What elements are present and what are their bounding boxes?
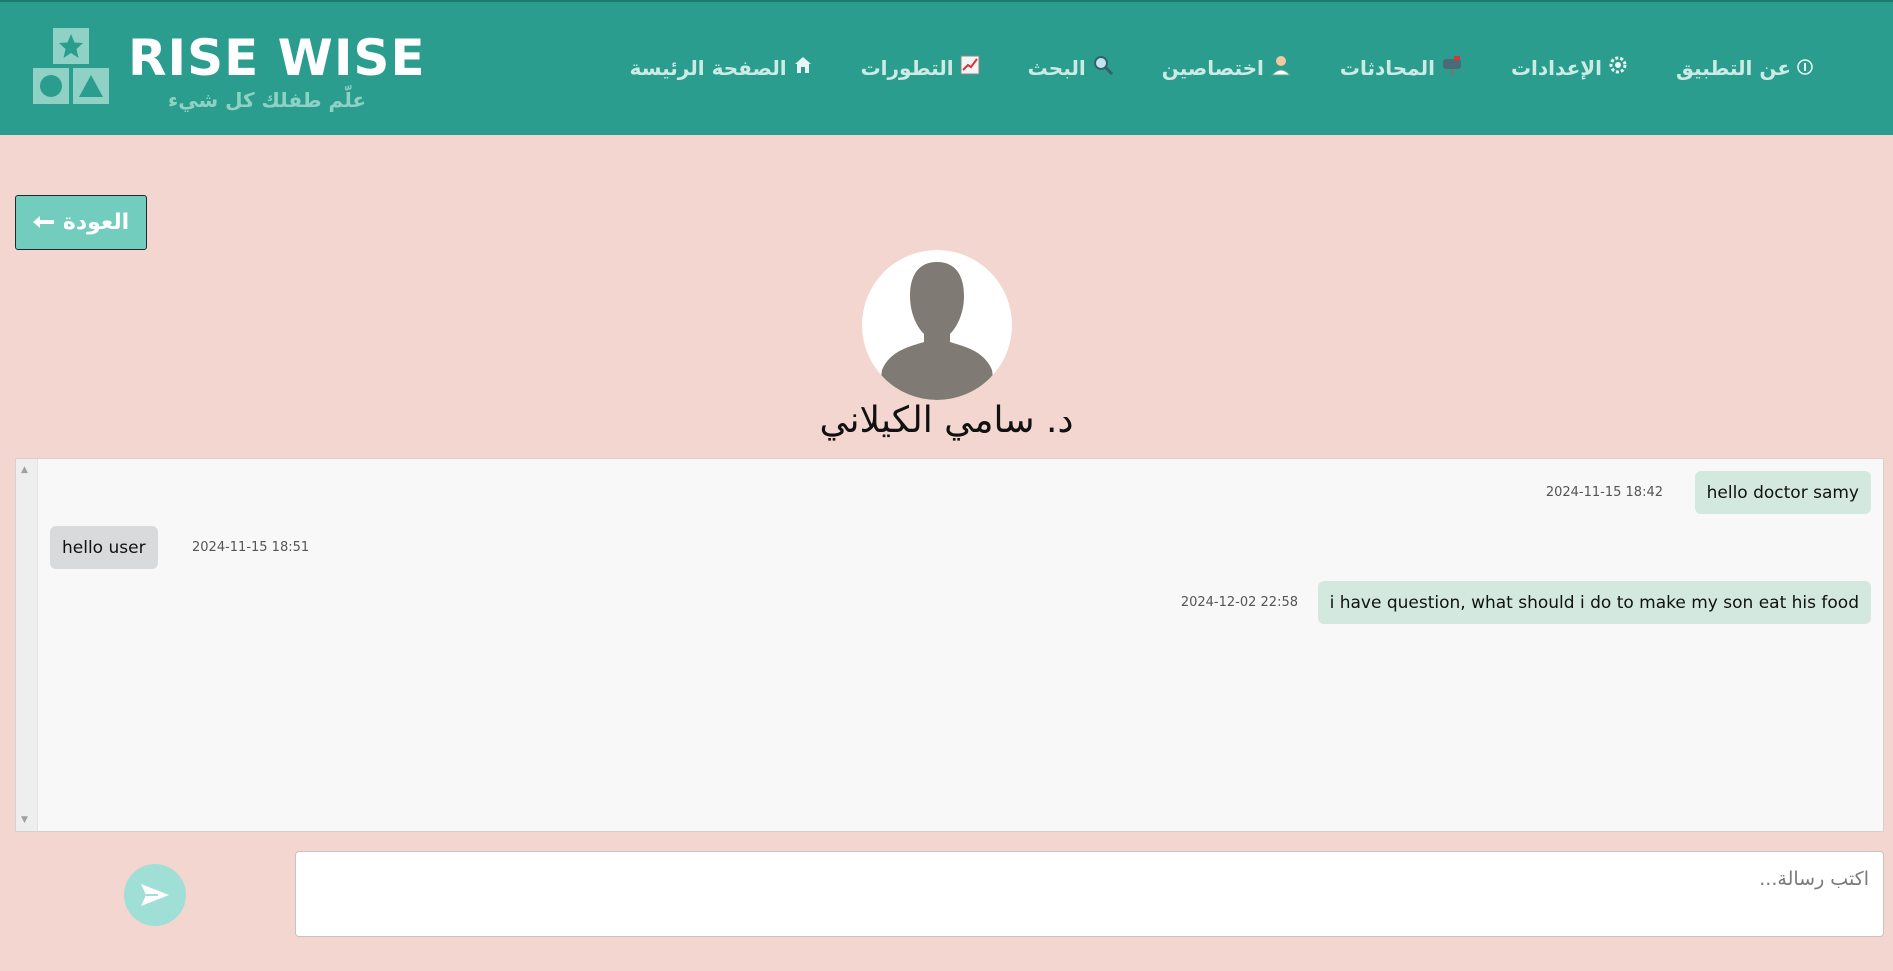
logo-blocks-icon [33,28,109,104]
chat-messages[interactable]: ▲ ▼ hello doctor samy 2024-11-15 18:42 h… [15,458,1884,832]
nav-item-label: اختصاصين [1161,55,1264,80]
doctor-name: د. سامي الكيلاني [819,400,1074,441]
scroll-down-icon[interactable]: ▼ [21,815,28,825]
message-bubble-sent: hello doctor samy [1694,471,1871,514]
send-icon [141,884,169,906]
gear-icon [1608,55,1628,80]
message-input[interactable] [295,851,1884,937]
nav-item-conversations[interactable]: المحادثات [1340,54,1463,81]
message-timestamp: 2024-12-02 22:58 [1180,595,1298,610]
doctor-avatar [862,250,1012,400]
nav-item-label: الصفحة الرئيسة [629,55,787,80]
arrow-left-icon [32,210,55,235]
nav-item-label: التطورات [860,55,954,80]
nav-item-search[interactable]: البحث [1028,54,1114,81]
chart-icon [960,55,980,80]
mailbox-icon [1441,54,1463,81]
brand-subtitle: علّم طفلك كل شيء [168,88,367,112]
info-icon [1797,56,1813,80]
nav-item-about[interactable]: عن التطبيق [1676,54,1813,81]
chat-scrollbar[interactable]: ▲ ▼ [16,459,38,831]
nav-item-specialists[interactable]: اختصاصين [1162,54,1292,81]
main-nav: الصفحة الرئيسة التطورات البحث اختصاصين ا… [630,54,1813,81]
back-button-label: العودة [62,210,130,235]
back-button[interactable]: العودة [15,195,147,250]
scroll-up-icon[interactable]: ▲ [21,465,28,475]
nav-item-label: البحث [1027,55,1086,80]
nav-item-label: عن التطبيق [1676,55,1791,80]
nav-item-progress[interactable]: التطورات [861,54,980,81]
app-header: RISE WISE علّم طفلك كل شيء الصفحة الرئيس… [0,0,1893,135]
message-timestamp: 2024-11-15 18:51 [192,540,310,555]
person-silhouette-icon [878,262,996,400]
nav-item-home[interactable]: الصفحة الرئيسة [630,54,813,81]
message-bubble-sent: i have question, what should i do to mak… [1317,581,1871,624]
brand-title: RISE WISE [128,29,426,87]
message-timestamp: 2024-11-15 18:42 [1545,485,1663,500]
doctor-icon [1270,54,1292,81]
nav-item-label: الإعدادات [1510,55,1602,80]
search-icon [1092,54,1114,81]
message-bubble-received: hello user [50,526,158,569]
nav-item-label: المحادثات [1339,55,1435,80]
home-icon [793,55,813,80]
send-button[interactable] [124,864,186,926]
nav-item-settings[interactable]: الإعدادات [1511,54,1628,81]
